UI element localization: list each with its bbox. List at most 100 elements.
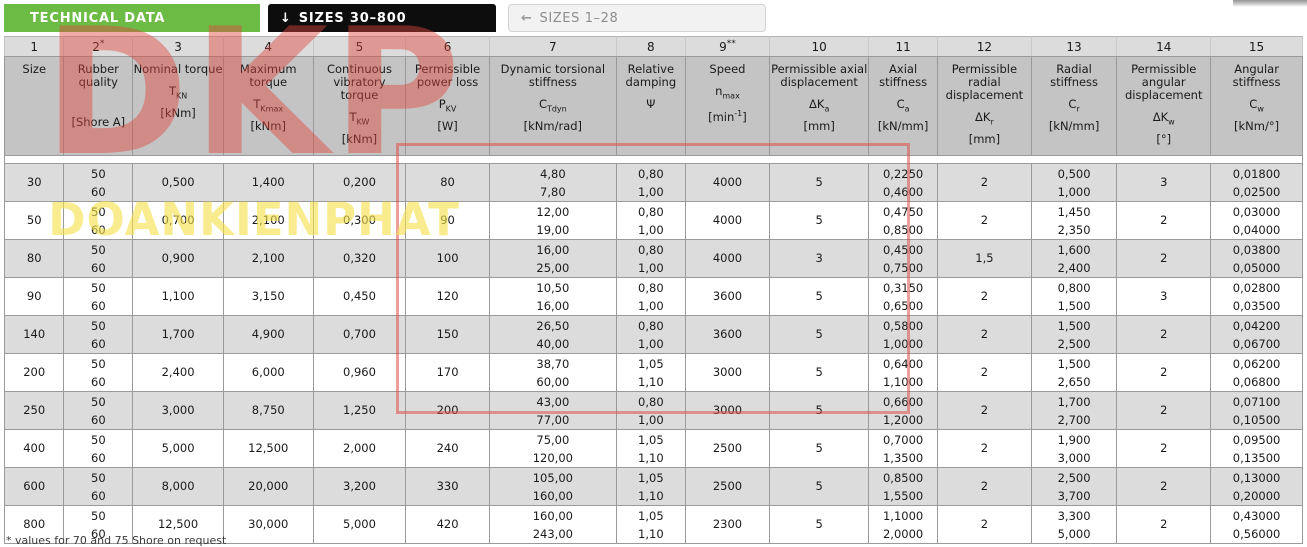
table-spacer-row — [4, 155, 1303, 164]
cell-size: 250 — [3, 391, 65, 430]
cell-permissible-angular-displacement: 2 — [1116, 391, 1212, 430]
cell-speed: 4000 — [684, 239, 771, 278]
cell-permissible-power-loss: 170 — [405, 353, 490, 392]
table-row: 80 50 60 0,900 2,100 0,320 100 16,00 25,00 0,80 1,… — [3, 239, 1303, 278]
header-rubber-quality: Rubber quality [Shore A] — [63, 56, 134, 156]
tab-sizes-1-28[interactable]: ← SIZES 1–28 — [508, 4, 766, 32]
cell-permissible-power-loss: 330 — [405, 467, 490, 506]
col-num-1: 1 — [3, 36, 65, 57]
cell-relative-damping: 0,80 1,00 — [615, 201, 686, 240]
cell-permissible-angular-displacement: 2 — [1116, 315, 1212, 354]
tab-sizes-30-800[interactable]: ↓ SIZES 30–800 — [268, 4, 496, 32]
cell-rubber-quality: 50 60 — [63, 467, 134, 506]
cell-permissible-power-loss: 200 — [405, 391, 490, 430]
cell-size: 30 — [3, 163, 65, 202]
cell-relative-damping: 0,80 1,00 — [615, 163, 686, 202]
down-arrow-icon: ↓ — [280, 10, 292, 26]
col-num-3: 3 — [132, 36, 224, 57]
cell-rubber-quality: 50 60 — [63, 163, 134, 202]
cell-radial-stiffness: 1,500 2,500 — [1030, 315, 1118, 354]
cell-angular-stiffness: 0,07100 0,10500 — [1210, 391, 1303, 430]
cell-permissible-axial-displacement: 5 — [769, 315, 870, 354]
left-arrow-icon: ← — [521, 10, 533, 26]
cell-permissible-axial-displacement: 5 — [769, 163, 870, 202]
cell-radial-stiffness: 2,500 3,700 — [1030, 467, 1118, 506]
cell-dynamic-torsional-stiffness: 75,00 120,00 — [488, 429, 617, 468]
cell-nominal-torque: 1,100 — [132, 277, 224, 316]
cell-permissible-radial-displacement: 2 — [937, 277, 1032, 316]
cell-permissible-axial-displacement: 5 — [769, 467, 870, 506]
cell-maximum-torque: 3,150 — [222, 277, 314, 316]
cell-axial-stiffness: 1,1000 2,0000 — [868, 505, 938, 544]
table-row: 400 50 60 5,000 12,500 2,000 240 75,00 120,00 1,0… — [3, 429, 1303, 468]
cell-maximum-torque: 8,750 — [222, 391, 314, 430]
cell-maximum-torque: 20,000 — [222, 467, 314, 506]
tab-sizes-30-800-label: SIZES 30–800 — [298, 10, 407, 26]
cell-relative-damping: 0,80 1,00 — [615, 277, 686, 316]
cell-dynamic-torsional-stiffness: 43,00 77,00 — [488, 391, 617, 430]
cell-permissible-radial-displacement: 2 — [937, 201, 1032, 240]
col-num-11: 11 — [868, 36, 938, 57]
cell-permissible-power-loss: 90 — [405, 201, 490, 240]
technical-data-table: 1 2* 3 4 5 6 7 8 9** 10 11 12 13 14 15 S… — [3, 36, 1303, 544]
cell-permissible-radial-displacement: 2 — [937, 467, 1032, 506]
cell-maximum-torque: 12,500 — [222, 429, 314, 468]
cell-angular-stiffness: 0,04200 0,06700 — [1210, 315, 1303, 354]
cell-size: 400 — [3, 429, 65, 468]
cell-radial-stiffness: 0,500 1,000 — [1030, 163, 1118, 202]
header-dynamic-torsional-stiffness: Dynamic torsional stiffness CTdyn [kNm/r… — [488, 56, 617, 156]
cell-permissible-power-loss: 150 — [405, 315, 490, 354]
cell-axial-stiffness: 0,6400 1,1000 — [868, 353, 938, 392]
cell-axial-stiffness: 0,4750 0,8500 — [868, 201, 938, 240]
header-relative-damping: Relative damping Ψ — [615, 56, 686, 156]
header-axial-stiffness: Axial stiffness Ca [kN/mm] — [868, 56, 938, 156]
cell-dynamic-torsional-stiffness: 38,70 60,00 — [488, 353, 617, 392]
cell-maximum-torque: 6,000 — [222, 353, 314, 392]
cell-continuous-vibratory-torque: 3,200 — [312, 467, 407, 506]
cell-rubber-quality: 50 60 — [63, 277, 134, 316]
cell-permissible-axial-displacement: 5 — [769, 201, 870, 240]
cell-radial-stiffness: 1,500 2,650 — [1030, 353, 1118, 392]
cell-rubber-quality: 50 60 — [63, 239, 134, 278]
cell-nominal-torque: 8,000 — [132, 467, 224, 506]
cell-speed: 3600 — [684, 315, 771, 354]
cell-continuous-vibratory-torque: 2,000 — [312, 429, 407, 468]
cell-axial-stiffness: 0,6600 1,2000 — [868, 391, 938, 430]
col-num-5: 5 — [312, 36, 407, 57]
col-num-6: 6 — [405, 36, 490, 57]
cell-permissible-radial-displacement: 2 — [937, 391, 1032, 430]
table-row: 200 50 60 2,400 6,000 0,960 170 38,70 60,00 1,05 1… — [3, 353, 1303, 392]
cell-nominal-torque: 3,000 — [132, 391, 224, 430]
tab-technical-data[interactable]: TECHNICAL DATA — [4, 4, 260, 32]
table-row: 140 50 60 1,700 4,900 0,700 150 26,50 40,00 0,80 1… — [3, 315, 1303, 354]
cell-dynamic-torsional-stiffness: 26,50 40,00 — [488, 315, 617, 354]
cell-permissible-angular-displacement: 2 — [1116, 239, 1212, 278]
cell-speed: 2300 — [684, 505, 771, 544]
cell-continuous-vibratory-torque: 0,200 — [312, 163, 407, 202]
tab-sizes-1-28-label: SIZES 1–28 — [539, 10, 619, 26]
cell-relative-damping: 0,80 1,00 — [615, 315, 686, 354]
cell-relative-damping: 0,80 1,00 — [615, 391, 686, 430]
header-radial-stiffness: Radial stiffness Cr [kN/mm] — [1030, 56, 1118, 156]
cell-angular-stiffness: 0,03000 0,04000 — [1210, 201, 1303, 240]
cell-axial-stiffness: 0,4500 0,7500 — [868, 239, 938, 278]
cell-speed: 2500 — [684, 429, 771, 468]
cell-speed: 3000 — [684, 391, 771, 430]
cell-continuous-vibratory-torque: 0,700 — [312, 315, 407, 354]
cell-permissible-radial-displacement: 2 — [937, 505, 1032, 544]
cell-permissible-angular-displacement: 2 — [1116, 353, 1212, 392]
cell-speed: 4000 — [684, 163, 771, 202]
col-num-10: 10 — [769, 36, 870, 57]
col-num-14: 14 — [1116, 36, 1212, 57]
cell-permissible-power-loss: 80 — [405, 163, 490, 202]
cell-nominal-torque: 5,000 — [132, 429, 224, 468]
cell-nominal-torque: 0,500 — [132, 163, 224, 202]
header-nominal-torque: Nominal torque TKN [kNm] — [132, 56, 224, 156]
cell-speed: 3000 — [684, 353, 771, 392]
cell-radial-stiffness: 1,700 2,700 — [1030, 391, 1118, 430]
cell-relative-damping: 1,05 1,10 — [615, 429, 686, 468]
cell-continuous-vibratory-torque: 0,960 — [312, 353, 407, 392]
cell-rubber-quality: 50 60 — [63, 353, 134, 392]
col-num-13: 13 — [1030, 36, 1118, 57]
header-maximum-torque: Maximum torque TKmax [kNm] — [222, 56, 314, 156]
